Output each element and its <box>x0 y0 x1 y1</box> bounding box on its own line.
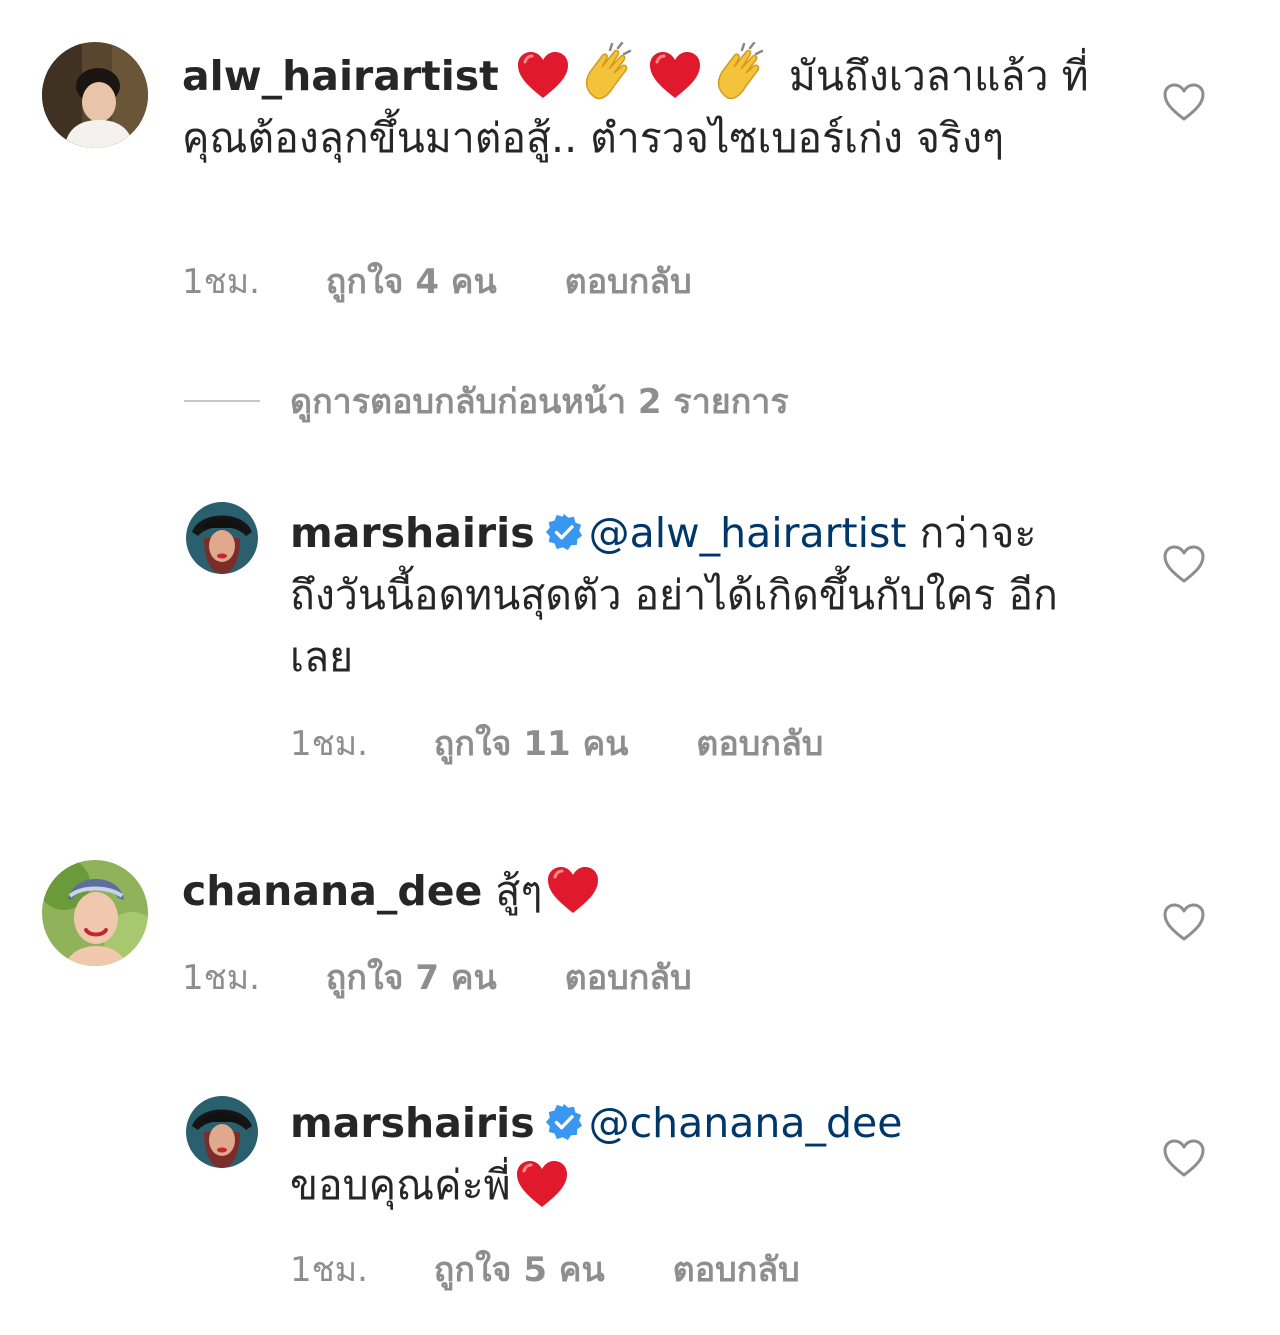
heart-outline-icon <box>1162 82 1206 122</box>
comment-text: marshairis @alw_hairartist กว่าจะ ถึงวันน… <box>290 502 1090 688</box>
comment-body: มันถึงเวลาแล้ว <box>788 52 1049 100</box>
heart-outline-icon <box>1162 902 1206 942</box>
username[interactable]: alw_hairartist <box>182 52 499 100</box>
username[interactable]: chanana_dee <box>182 867 482 915</box>
username[interactable]: marshairis <box>290 509 535 557</box>
comment-meta: 1ชม. ถูกใจ 4 คน ตอบกลับ <box>182 254 692 308</box>
view-previous-replies[interactable]: ดูการตอบกลับก่อนหน้า 2 รายการ <box>184 378 789 424</box>
avatar[interactable] <box>42 860 148 966</box>
reply-button[interactable]: ตอบกลับ <box>565 950 692 1004</box>
likes-count[interactable]: ถูกใจ 7 คน <box>326 950 497 1004</box>
timestamp: 1ชม. <box>182 958 260 998</box>
comment-meta: 1ชม. ถูกใจ 11 คน ตอบกลับ <box>290 716 823 770</box>
comment-text: marshairis @chanana_dee ขอบคุณค่ะพี่ <box>290 1092 1090 1216</box>
like-button[interactable] <box>1162 82 1206 122</box>
reply-button[interactable]: ตอบกลับ <box>673 1242 800 1296</box>
divider <box>184 400 260 402</box>
mention-link[interactable]: @chanana_dee <box>589 1099 903 1147</box>
mention-link[interactable]: @alw_hairartist <box>589 509 907 557</box>
avatar[interactable] <box>42 42 148 148</box>
timestamp: 1ชม. <box>182 262 260 302</box>
clapping-hands-emoji <box>578 42 640 104</box>
comment-body: สู้ๆ <box>495 867 543 915</box>
comment-body: ขอบคุณค่ะพี่ <box>290 1161 511 1209</box>
verified-badge-icon <box>545 1103 583 1141</box>
red-heart-emoji <box>648 50 702 100</box>
avatar[interactable] <box>186 502 258 574</box>
view-replies-label: ดูการตอบกลับก่อนหน้า 2 รายการ <box>290 382 789 422</box>
likes-count[interactable]: ถูกใจ 11 คน <box>434 716 629 770</box>
timestamp: 1ชม. <box>290 724 368 764</box>
timestamp: 1ชม. <box>290 1250 368 1290</box>
red-heart-emoji <box>546 865 600 915</box>
like-button[interactable] <box>1162 902 1206 942</box>
comment-meta: 1ชม. ถูกใจ 7 คน ตอบกลับ <box>182 950 692 1004</box>
likes-count[interactable]: ถูกใจ 5 คน <box>434 1242 605 1296</box>
red-heart-emoji <box>516 50 570 100</box>
heart-outline-icon <box>1162 544 1206 584</box>
comment-meta: 1ชม. ถูกใจ 5 คน ตอบกลับ <box>290 1242 800 1296</box>
verified-badge-icon <box>545 513 583 551</box>
comment-text: chanana_dee สู้ๆ <box>182 860 1102 922</box>
clapping-hands-emoji <box>710 42 772 104</box>
like-button[interactable] <box>1162 1138 1206 1178</box>
heart-outline-icon <box>1162 1138 1206 1178</box>
reply-button[interactable]: ตอบกลับ <box>565 254 692 308</box>
likes-count[interactable]: ถูกใจ 4 คน <box>326 254 497 308</box>
comment-text: alw_hairartist มันถึงเวลาแล้ว ที่คุณต้อง… <box>182 42 1102 169</box>
username[interactable]: marshairis <box>290 1099 535 1147</box>
reply-button[interactable]: ตอบกลับ <box>696 716 823 770</box>
red-heart-emoji <box>515 1159 569 1209</box>
avatar[interactable] <box>186 1096 258 1168</box>
like-button[interactable] <box>1162 544 1206 584</box>
